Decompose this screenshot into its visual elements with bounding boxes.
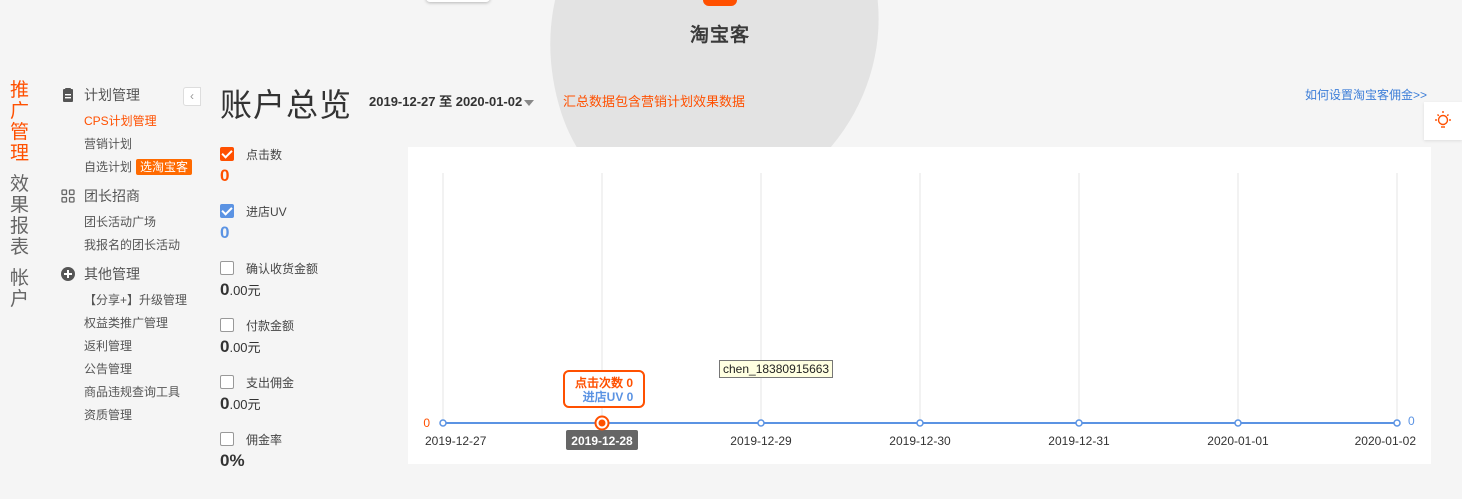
commission-help-link[interactable]: 如何设置淘宝客佣金>> <box>1305 86 1427 103</box>
data-point <box>1234 419 1242 427</box>
data-point <box>439 419 447 427</box>
vnav-item-reports[interactable]: 效果报表 <box>10 174 30 258</box>
confirmed-amount-checkbox[interactable] <box>220 261 234 275</box>
commission-paid-checkbox[interactable] <box>220 375 234 389</box>
metric-value: 0.00元 <box>220 394 294 414</box>
metric-commission-paid: 支出佣金 0.00元 <box>220 374 294 414</box>
metric-commission-rate: 佣金率 0% <box>220 431 282 471</box>
data-point <box>1075 419 1083 427</box>
sidebar-item-marketing-plan[interactable]: 营销计划 <box>60 133 200 156</box>
sidebar-item-qualification[interactable]: 资质管理 <box>60 404 200 427</box>
group-plan-management[interactable]: 计划管理 <box>60 84 200 106</box>
group-title: 其他管理 <box>84 266 140 282</box>
hover-tooltip-line: 进店UV 0 <box>583 389 634 404</box>
left-axis-label: 0 <box>423 416 430 430</box>
grid-icon <box>60 188 76 204</box>
data-point <box>1393 419 1401 427</box>
sidebar-item-self-plan[interactable]: 自选计划 选淘宝客 <box>60 156 200 179</box>
sidebar-item-my-leader-activity[interactable]: 我报名的团长活动 <box>60 234 200 257</box>
tick-label: 2020-01-01 <box>1207 434 1269 448</box>
store-uv-checkbox[interactable] <box>220 204 234 218</box>
date-range-picker[interactable]: 2019-12-27 至 2020-01-02 <box>369 91 535 110</box>
sidebar-item-share-upgrade[interactable]: 【分享+】升级管理 <box>60 289 200 312</box>
brand-name: 淘宝客 <box>690 25 751 46</box>
clipboard-icon <box>60 87 76 103</box>
date-range-value: 2019-12-27 至 2020-01-02 <box>369 94 523 109</box>
sidebar-item-leader-square[interactable]: 团长活动广场 <box>60 211 200 234</box>
sidebar-item-rights-promo[interactable]: 权益类推广管理 <box>60 312 200 335</box>
metric-unit: .00元 <box>229 283 261 298</box>
metric-value: 0% <box>220 451 245 470</box>
tick-label: 2019-12-29 <box>730 434 792 448</box>
sidebar-collapse-button[interactable]: ‹ <box>183 87 201 106</box>
user-tooltip: chen_18380915663 <box>719 360 834 378</box>
group-other-management[interactable]: 其他管理 <box>60 263 200 285</box>
metric-label: 进店UV <box>246 204 287 219</box>
plus-circle-icon <box>60 266 76 282</box>
summary-note: 汇总数据包含营销计划效果数据 <box>563 94 746 109</box>
metric-unit: .00元 <box>229 397 261 412</box>
metric-label: 确认收货金额 <box>246 261 319 276</box>
group-title: 团长招商 <box>84 188 140 204</box>
metric-unit: .00元 <box>229 340 261 355</box>
vertical-nav: 推广管理 效果报表 帐户 <box>10 80 32 320</box>
group-title: 计划管理 <box>84 87 140 103</box>
lightbulb-icon <box>1435 111 1451 128</box>
top-tab[interactable] <box>426 0 490 2</box>
trend-chart-card: 0 0 2019-12-27 2019-12-28 2019-12-29 2019-12-… <box>408 147 1431 464</box>
tick-label: 2020-01-02 <box>1355 434 1417 448</box>
page-title: 账户总览 <box>220 87 353 123</box>
right-axis-label: 0 <box>1408 414 1415 428</box>
vnav-item-promotion[interactable]: 推广管理 <box>10 80 30 164</box>
sidebar-item-cps-plan[interactable]: CPS计划管理 <box>60 110 200 133</box>
select-taoke-badge[interactable]: 选淘宝客 <box>136 159 193 175</box>
metric-label: 支出佣金 <box>246 375 295 390</box>
metric-label: 点击数 <box>246 147 283 162</box>
logo-icon <box>703 0 737 6</box>
metric-clicks: 点击数 0 <box>220 146 282 186</box>
metric-label: 付款金额 <box>246 318 295 333</box>
metric-value: 0.00元 <box>220 280 318 300</box>
trend-chart[interactable]: 0 0 2019-12-27 2019-12-28 2019-12-29 2019-12-… <box>408 147 1431 464</box>
group-leader-recruit[interactable]: 团长招商 <box>60 185 200 207</box>
metric-confirmed-amount: 确认收货金额 0.00元 <box>220 260 318 300</box>
paid-amount-checkbox[interactable] <box>220 318 234 332</box>
sidebar-item-announcement[interactable]: 公告管理 <box>60 358 200 381</box>
sidebar: 计划管理 CPS计划管理 营销计划 自选计划 选淘宝客 团长招商 团长活动广场 我… <box>60 84 200 427</box>
tick-label: 2019-12-31 <box>1048 434 1110 448</box>
tick-label: 2019-12-30 <box>889 434 951 448</box>
tick-label: 2019-12-28 <box>571 434 633 448</box>
caret-down-icon <box>524 99 535 106</box>
commission-rate-checkbox[interactable] <box>220 432 234 446</box>
sidebar-item-label: 自选计划 <box>84 160 133 174</box>
clicks-checkbox[interactable] <box>220 147 234 161</box>
tick-label: 2019-12-27 <box>425 434 487 448</box>
sidebar-item-rebate[interactable]: 返利管理 <box>60 335 200 358</box>
data-point <box>757 419 765 427</box>
metric-value: 0 <box>220 223 230 242</box>
hover-tooltip-line: 点击次数 0 <box>575 375 633 390</box>
vnav-item-account[interactable]: 帐户 <box>10 268 30 310</box>
metric-label: 佣金率 <box>246 432 283 447</box>
sidebar-item-violation-query[interactable]: 商品违规查询工具 <box>60 381 200 404</box>
metric-value: 0 <box>220 166 230 185</box>
metric-paid-amount: 付款金额 0.00元 <box>220 317 294 357</box>
lightbulb-button[interactable] <box>1424 102 1462 140</box>
metric-value: 0.00元 <box>220 337 294 357</box>
metric-store-uv: 进店UV 0 <box>220 203 287 243</box>
data-point <box>916 419 924 427</box>
hover-point-dot <box>598 419 606 427</box>
